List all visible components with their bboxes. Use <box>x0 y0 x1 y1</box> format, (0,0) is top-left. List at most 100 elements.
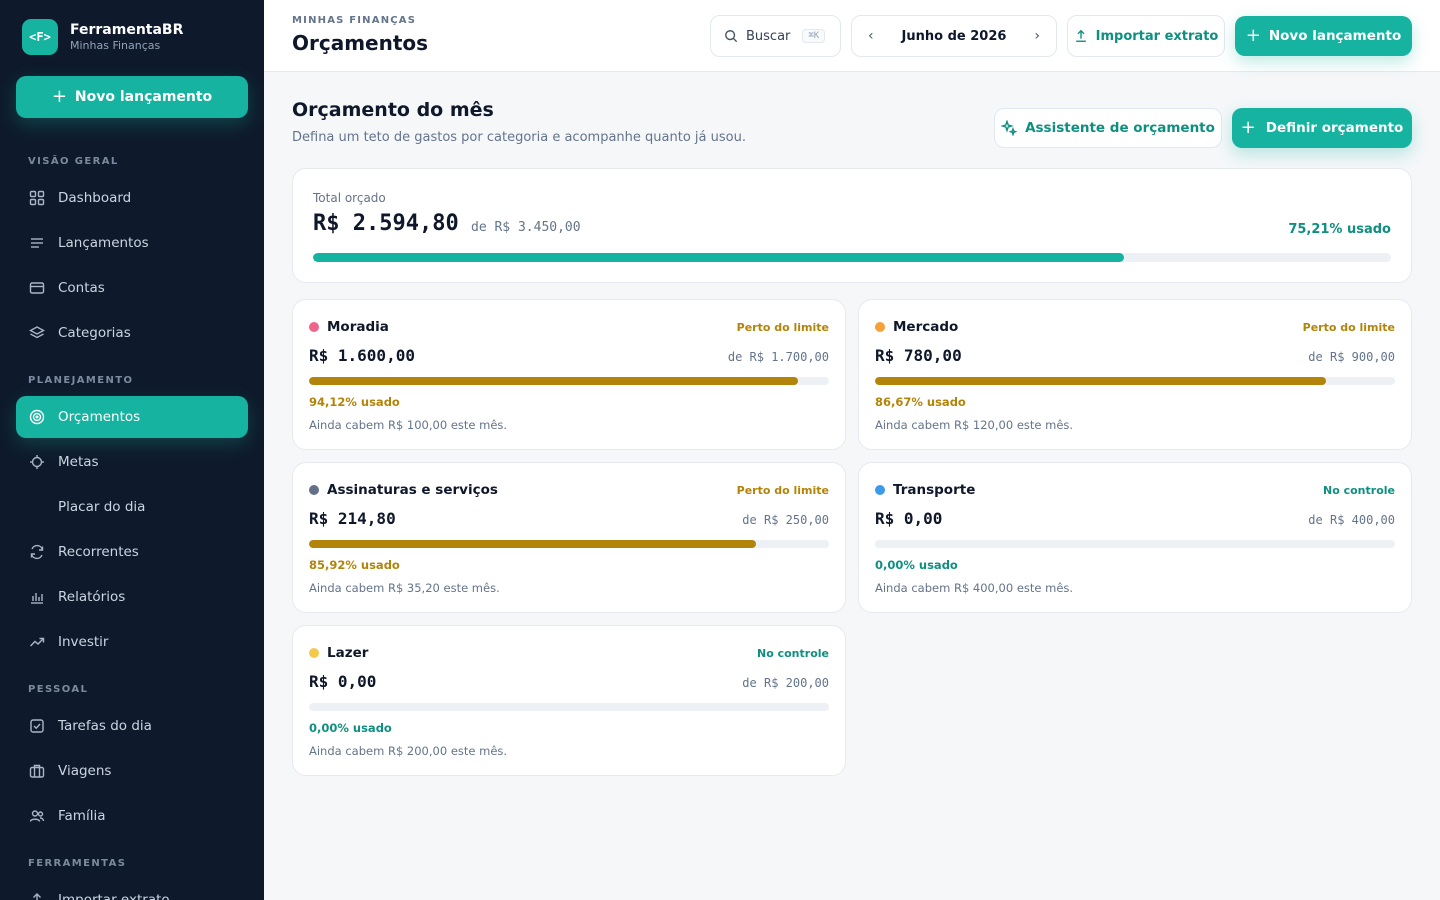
sidebar-item-recurring[interactable]: Recorrentes <box>16 531 248 573</box>
category-color-dot <box>309 648 319 658</box>
category-percent-used: 85,92% usado <box>309 558 400 572</box>
total-progress-fill <box>313 253 1124 262</box>
brand[interactable]: <F> FerramentaBR Minhas Finanças <box>22 19 183 55</box>
search-label: Buscar <box>746 28 791 44</box>
page-title: Orçamentos <box>292 31 429 55</box>
header-new-entry-button[interactable]: + Novo lançamento <box>1235 16 1412 56</box>
category-budget: de R$ 900,00 <box>1308 350 1395 364</box>
sidebar-item-goals[interactable]: Metas <box>16 441 248 483</box>
status-badge: No controle <box>1323 483 1395 497</box>
sidebar-item-reports[interactable]: Relatórios <box>16 576 248 618</box>
import-statement-button[interactable]: Importar extrato <box>1067 15 1225 57</box>
refresh-icon <box>28 543 46 561</box>
breadcrumb[interactable]: MINHAS FINANÇAS <box>292 15 416 26</box>
category-spent: R$ 780,00 <box>875 346 962 365</box>
sidebar-item-dashboard[interactable]: Dashboard <box>16 177 248 219</box>
category-progress-bar <box>309 377 829 385</box>
category-spent: R$ 214,80 <box>309 509 396 528</box>
search-button[interactable]: Buscar ⌘K <box>710 15 841 57</box>
bar-chart-icon <box>28 588 46 606</box>
top-header: MINHAS FINANÇAS Orçamentos Buscar ⌘K ‹ J… <box>264 0 1440 72</box>
sparkles-icon <box>1001 120 1018 136</box>
category-progress-bar <box>309 703 829 711</box>
sidebar-item-daily-tasks[interactable]: Tarefas do dia <box>16 705 248 747</box>
sidebar-item-invest[interactable]: Investir <box>16 621 248 663</box>
category-progress-bar <box>875 540 1395 548</box>
category-spent: R$ 1.600,00 <box>309 346 415 365</box>
budget-card-moradia[interactable]: Moradia Perto do limite R$ 1.600,00 de R$ 1… <box>292 299 846 450</box>
category-spent: R$ 0,00 <box>875 509 943 528</box>
category-progress-fill <box>309 540 756 548</box>
blank-icon <box>28 498 46 516</box>
sidebar-item-family[interactable]: Família <box>16 795 248 837</box>
status-badge: No controle <box>757 646 829 660</box>
budget-card-transporte[interactable]: Transporte No controle R$ 0,00 de R$ 400,00… <box>858 462 1412 613</box>
sidebar-item-accounts[interactable]: Contas <box>16 267 248 309</box>
category-budget: de R$ 1.700,00 <box>727 350 829 364</box>
crosshair-icon <box>28 453 46 471</box>
status-badge: Perto do limite <box>736 320 829 334</box>
sidebar-item-categories[interactable]: Categorias <box>16 312 248 354</box>
category-name: Moradia <box>327 319 389 335</box>
category-color-dot <box>309 322 319 332</box>
section-overview: VISÃO GERAL <box>28 156 119 167</box>
total-budget-card: Total orçado R$ 2.594,80 de R$ 3.450,00 … <box>292 168 1412 283</box>
category-remaining: Ainda cabem R$ 120,00 este mês. <box>875 418 1074 432</box>
search-icon <box>724 29 738 43</box>
total-label: Total orçado <box>313 191 386 205</box>
total-budget-of: de R$ 3.450,00 <box>471 220 581 235</box>
category-progress-bar <box>875 377 1395 385</box>
define-budget-button[interactable]: + Definir orçamento <box>1232 108 1412 148</box>
brand-name: FerramentaBR <box>70 21 184 38</box>
section-subtitle: Defina um teto de gastos por categoria e… <box>292 130 746 145</box>
card-icon <box>28 279 46 297</box>
category-progress-fill <box>875 377 1326 385</box>
total-amount: R$ 2.594,80 <box>313 211 459 236</box>
category-budget: de R$ 250,00 <box>742 513 829 527</box>
budget-assistant-button[interactable]: Assistente de orçamento <box>994 108 1222 148</box>
sidebar-item-entries[interactable]: Lançamentos <box>16 222 248 264</box>
budget-card-mercado[interactable]: Mercado Perto do limite R$ 780,00 de R$ 900… <box>858 299 1412 450</box>
status-badge: Perto do limite <box>736 483 829 497</box>
plus-icon: + <box>1240 117 1256 138</box>
section-planning: PLANEJAMENTO <box>28 375 134 386</box>
luggage-icon <box>28 762 46 780</box>
checkbox-icon <box>28 717 46 735</box>
category-percent-used: 0,00% usado <box>309 721 392 735</box>
sidebar-item-import[interactable]: Importar extrato <box>16 879 248 900</box>
chevron-left-icon[interactable]: ‹ <box>868 28 874 44</box>
list-icon <box>28 234 46 252</box>
section-title: Orçamento do mês <box>292 99 494 121</box>
budget-card-assinaturas[interactable]: Assinaturas e serviços Perto do limite R$ … <box>292 462 846 613</box>
total-percent-used: 75,21% usado <box>1288 222 1391 237</box>
category-color-dot <box>875 485 885 495</box>
budget-card-lazer[interactable]: Lazer No controle R$ 0,00 de R$ 200,00 0,00%… <box>292 625 846 776</box>
category-budget: de R$ 400,00 <box>1308 513 1395 527</box>
section-personal: PESSOAL <box>28 684 89 695</box>
upload-icon <box>28 891 46 900</box>
category-progress-bar <box>309 540 829 548</box>
upload-icon <box>1075 29 1086 42</box>
month-label[interactable]: Junho de 2026 <box>902 29 1007 44</box>
category-percent-used: 86,67% usado <box>875 395 966 409</box>
category-name: Lazer <box>327 645 369 661</box>
status-badge: Perto do limite <box>1302 320 1395 334</box>
category-spent: R$ 0,00 <box>309 672 377 691</box>
target-icon <box>28 408 46 426</box>
layers-icon <box>28 324 46 342</box>
category-remaining: Ainda cabem R$ 200,00 este mês. <box>309 744 508 758</box>
category-progress-fill <box>309 377 799 385</box>
brand-subtitle: Minhas Finanças <box>70 38 161 52</box>
category-name: Mercado <box>893 319 959 335</box>
sidebar-item-budgets[interactable]: Orçamentos <box>16 396 248 438</box>
category-remaining: Ainda cabem R$ 400,00 este mês. <box>875 581 1074 595</box>
sidebar-item-daily-score[interactable]: Placar do dia <box>16 486 248 528</box>
sidebar-new-entry-button[interactable]: + Novo lançamento <box>16 76 248 118</box>
category-budget: de R$ 200,00 <box>742 676 829 690</box>
category-remaining: Ainda cabem R$ 35,20 este mês. <box>309 581 500 595</box>
category-name: Assinaturas e serviços <box>327 482 498 498</box>
chevron-right-icon[interactable]: › <box>1034 28 1040 44</box>
sidebar: <F> FerramentaBR Minhas Finanças + Novo … <box>0 0 264 900</box>
trending-up-icon <box>28 633 46 651</box>
sidebar-item-trips[interactable]: Viagens <box>16 750 248 792</box>
